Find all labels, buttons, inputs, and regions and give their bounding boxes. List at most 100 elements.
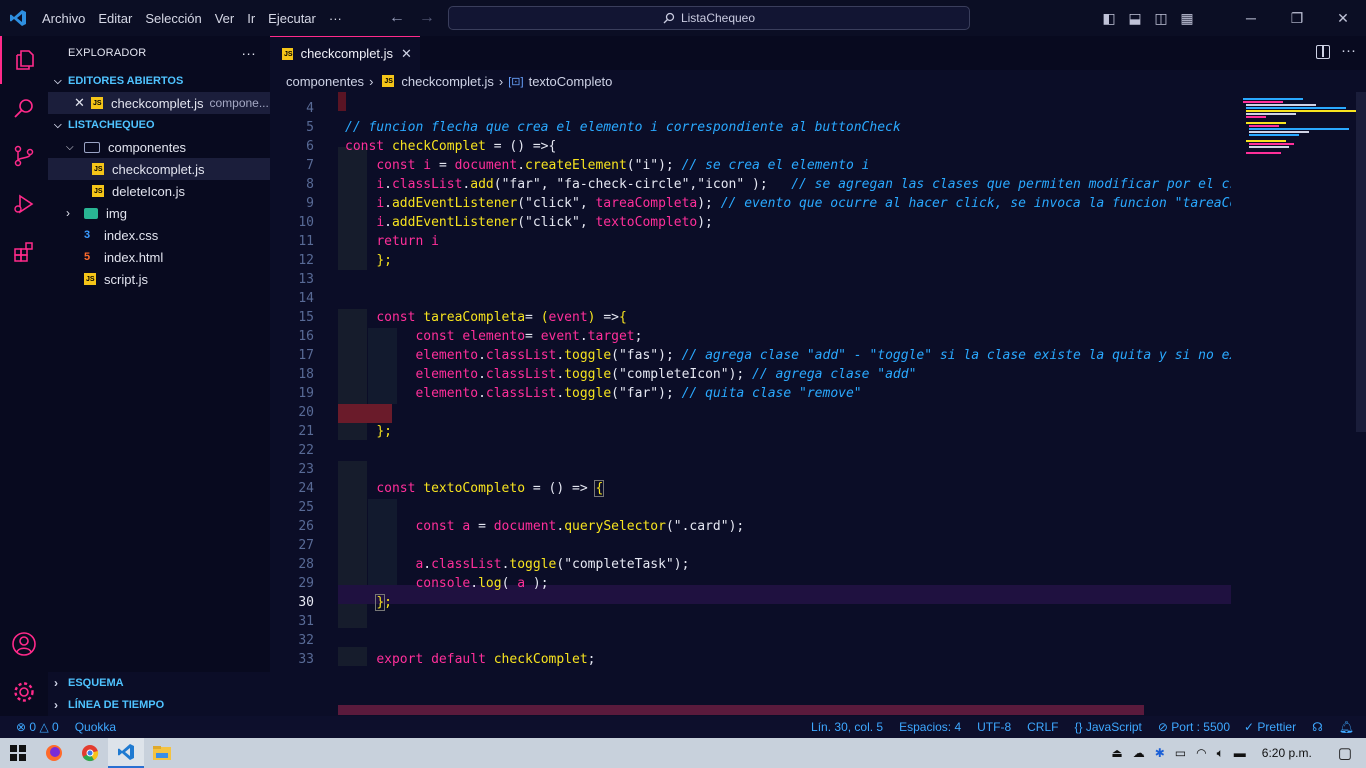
customize-layout-icon[interactable]: ▦ <box>1174 10 1200 27</box>
explorer-more-button[interactable]: ··· <box>241 45 256 61</box>
clock[interactable]: 6:20 p.m. <box>1262 746 1312 760</box>
command-center-search[interactable]: ListaChequeo <box>448 6 970 30</box>
editor-area: JS checkcomplet.js ✕ ··· componentes › J… <box>270 36 1366 716</box>
chrome-icon[interactable] <box>72 738 108 768</box>
toggle-primary-sidebar-icon[interactable]: ◧ <box>1096 10 1122 27</box>
encoding[interactable]: UTF-8 <box>977 720 1011 734</box>
search-activity-icon[interactable] <box>0 84 48 132</box>
code-line: export default checkComplet; <box>376 652 596 667</box>
problems-indicator[interactable]: ⊗ 0 △ 0 <box>16 720 59 734</box>
breadcrumb-symbol[interactable]: textoCompleto <box>529 74 613 89</box>
tree-file-checkcomplet[interactable]: JS checkcomplet.js <box>48 158 270 180</box>
volume-icon[interactable]: 🔈︎ <box>1217 746 1224 761</box>
menu-seleccion[interactable]: Selección <box>139 11 208 26</box>
firefox-icon[interactable] <box>36 738 72 768</box>
close-window-icon[interactable]: ✕ <box>1320 10 1366 27</box>
split-editor-icon[interactable] <box>1316 45 1330 59</box>
chevron-right-icon: › <box>54 698 58 712</box>
battery-icon[interactable]: ▭ <box>1175 746 1186 760</box>
horizontal-scrollbar[interactable] <box>338 705 1144 715</box>
vertical-scrollbar[interactable] <box>1356 92 1366 432</box>
menu-ir[interactable]: Ir <box>241 11 262 26</box>
close-icon[interactable]: ✕ <box>74 95 91 111</box>
live-server-port[interactable]: ⊘ Port : 5500 <box>1158 720 1230 734</box>
editor-more-icon[interactable]: ··· <box>1341 42 1356 59</box>
feedback-icon[interactable]: ☊ <box>1312 720 1323 734</box>
notifications-bell-icon[interactable]: 🔔︎ <box>1339 720 1354 734</box>
diff-marker <box>338 404 392 423</box>
open-editors-section[interactable]: ⌵ EDITORES ABIERTOS <box>48 70 270 92</box>
end-of-line[interactable]: CRLF <box>1027 720 1058 734</box>
bluetooth-icon[interactable]: ✱ <box>1155 746 1165 760</box>
tab-label: checkcomplet.js <box>300 46 394 61</box>
project-label: LISTACHEQUEO <box>68 119 155 131</box>
line-number: 29 <box>298 576 314 591</box>
vscode-logo-icon <box>0 0 36 36</box>
menu-editar[interactable]: Editar <box>92 11 139 26</box>
css-file-icon: 3 <box>84 229 91 241</box>
menu-ejecutar[interactable]: Ejecutar <box>262 11 323 26</box>
minimap[interactable] <box>1231 92 1356 716</box>
line-number: 8 <box>306 177 314 192</box>
tree-file-script[interactable]: JS script.js <box>48 268 270 290</box>
file-explorer-icon[interactable] <box>144 738 180 768</box>
line-number: 27 <box>298 538 314 553</box>
minimize-icon[interactable]: ─ <box>1228 10 1274 26</box>
toggle-panel-icon[interactable]: ⬓ <box>1122 10 1148 27</box>
run-debug-icon[interactable] <box>0 180 48 228</box>
line-number: 11 <box>298 234 314 249</box>
notification-center-icon[interactable]: ▢ <box>1338 744 1352 762</box>
open-editor-item[interactable]: ✕ JS checkcomplet.js compone... <box>48 92 270 114</box>
restore-icon[interactable]: ❐ <box>1274 10 1320 27</box>
usb-icon[interactable]: ⏏ <box>1111 746 1122 760</box>
cursor-position[interactable]: Lín. 30, col. 5 <box>811 720 883 734</box>
menu-more[interactable]: ··· <box>323 11 349 26</box>
back-arrow-icon[interactable]: ← <box>389 9 405 27</box>
outline-section[interactable]: › ESQUEMA <box>48 672 270 694</box>
line-number: 28 <box>298 557 314 572</box>
tree-file-indexhtml[interactable]: 5 index.html <box>48 246 270 268</box>
tree-folder-componentes[interactable]: ⌵ componentes <box>48 136 270 158</box>
menu-ver[interactable]: Ver <box>209 11 242 26</box>
line-number: 19 <box>298 386 314 401</box>
chevron-right-icon: › <box>66 206 70 220</box>
extensions-icon[interactable] <box>0 228 48 276</box>
menu-archivo[interactable]: Archivo <box>36 11 92 26</box>
tree-file-deleteicon[interactable]: JS deleteIcon.js <box>48 180 270 202</box>
source-control-icon[interactable] <box>0 132 48 180</box>
breadcrumb-folder[interactable]: componentes <box>286 74 364 89</box>
tab-checkcomplet[interactable]: JS checkcomplet.js ✕ <box>270 36 420 70</box>
tab-close-icon[interactable]: ✕ <box>401 46 412 62</box>
line-number: 16 <box>298 329 314 344</box>
windows-start-icon[interactable] <box>0 738 36 768</box>
line-number: 17 <box>298 348 314 363</box>
toggle-secondary-sidebar-icon[interactable]: ◫ <box>1148 10 1174 27</box>
code-line: }; <box>376 424 392 439</box>
code-line: i.addEventListener("click", tareaComplet… <box>376 196 1231 211</box>
code-editor[interactable]: 4 5 6 7 8 9 10 11 12 13 14 15 16 17 18 1… <box>270 92 1366 716</box>
vscode-taskbar-icon[interactable] <box>108 738 144 768</box>
forward-arrow-icon[interactable]: → <box>419 9 435 27</box>
display-icon[interactable]: ▬ <box>1234 746 1246 760</box>
project-section[interactable]: ⌵ LISTACHEQUEO <box>48 114 270 136</box>
diff-marker <box>338 92 346 111</box>
breadcrumb-file[interactable]: checkcomplet.js <box>401 74 493 89</box>
timeline-section[interactable]: › LÍNEA DE TIEMPO <box>48 694 270 716</box>
indentation[interactable]: Espacios: 4 <box>899 720 961 734</box>
language-mode[interactable]: {} JavaScript <box>1074 720 1141 734</box>
prettier-status[interactable]: ✓ Prettier <box>1244 720 1296 734</box>
settings-gear-icon[interactable] <box>0 668 48 716</box>
quokka-status[interactable]: Quokka <box>75 720 116 734</box>
js-file-icon: JS <box>282 47 293 60</box>
explorer-icon[interactable] <box>0 36 48 84</box>
tree-folder-img[interactable]: › img <box>48 202 270 224</box>
tree-file-indexcss[interactable]: 3 index.css <box>48 224 270 246</box>
line-number: 15 <box>298 310 314 325</box>
accounts-icon[interactable] <box>0 620 48 668</box>
wifi-icon[interactable]: ◠ <box>1196 746 1206 760</box>
cloud-icon[interactable]: ☁ <box>1133 746 1145 760</box>
code-line: const a = document.querySelector(".card"… <box>415 519 745 534</box>
line-number: 4 <box>306 101 314 116</box>
port-icon: ⊘ <box>1157 720 1168 734</box>
breadcrumb: componentes › JS checkcomplet.js › [⊡] t… <box>270 70 1366 92</box>
